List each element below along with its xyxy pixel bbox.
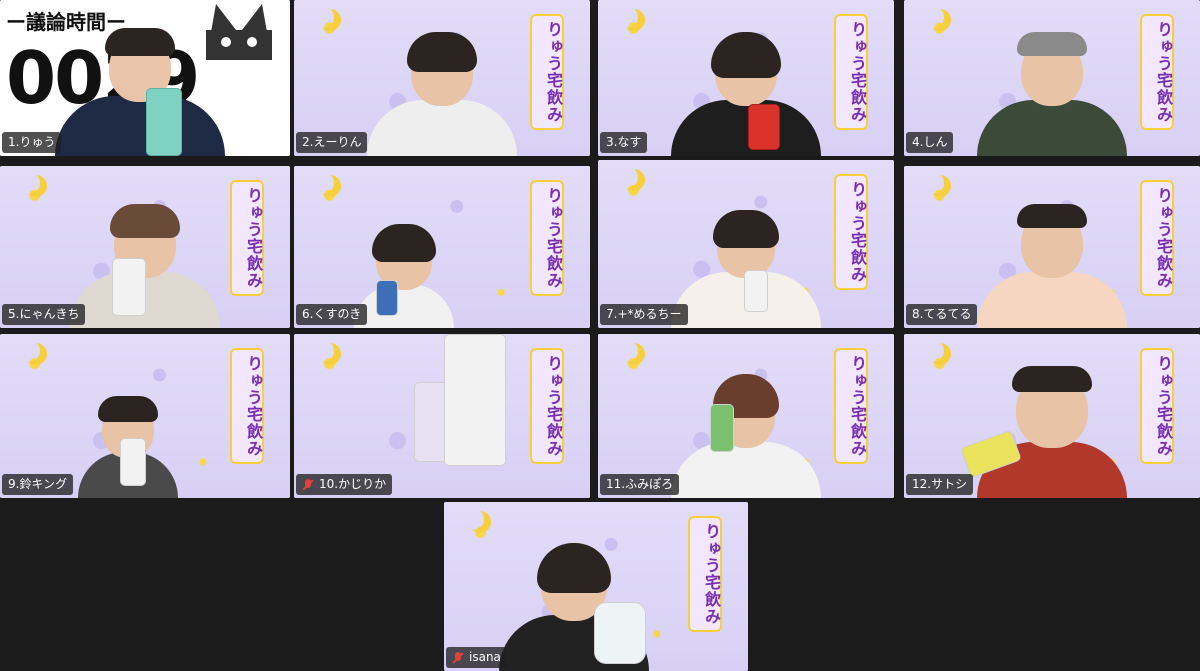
moon-icon xyxy=(616,166,638,188)
participant-name-label: isana xyxy=(446,647,507,668)
moon-icon xyxy=(922,172,944,194)
participant-name-label: 5.にゃんきち xyxy=(2,304,86,325)
participant-name-label: 12.サトシ xyxy=(906,474,974,495)
video-tile-13[interactable]: りゅう宅飲み isana xyxy=(444,502,748,671)
moon-icon xyxy=(922,340,944,362)
video-tile-4[interactable]: りゅう宅飲み 4.しん xyxy=(904,0,1200,156)
virtual-background-banner: りゅう宅飲み xyxy=(230,180,264,296)
virtual-background-banner: りゅう宅飲み xyxy=(530,180,564,296)
glass-icon xyxy=(594,602,646,664)
beer-can-icon xyxy=(112,258,146,316)
video-tile-5[interactable]: りゅう宅飲み 5.にゃんきち xyxy=(0,166,290,328)
drink-can-icon xyxy=(444,334,506,466)
virtual-background-banner: りゅう宅飲み xyxy=(1140,14,1174,130)
video-tile-9[interactable]: りゅう宅飲み 9.鈴キング xyxy=(0,334,290,498)
virtual-background-banner: りゅう宅飲み xyxy=(834,348,868,464)
participant-name-label: 9.鈴キング xyxy=(2,474,74,495)
drink-can-icon xyxy=(120,438,146,486)
moon-icon xyxy=(616,6,638,28)
virtual-background-banner: りゅう宅飲み xyxy=(530,14,564,130)
moon-icon xyxy=(312,340,334,362)
moon-icon xyxy=(616,340,638,362)
participant-name-label: 7.+*めるちー xyxy=(600,304,688,325)
video-tile-3[interactable]: りゅう宅飲み 3.なす xyxy=(598,0,894,156)
video-tile-2[interactable]: りゅう宅飲み 2.えーりん xyxy=(294,0,590,156)
moon-icon xyxy=(18,340,40,362)
moon-icon xyxy=(462,508,484,530)
video-tile-11[interactable]: りゅう宅飲み 11.ふみぽろ xyxy=(598,334,894,498)
drink-can-icon xyxy=(744,270,768,312)
video-tile-1[interactable]: ー議論時間ー 0029 1.りゅう xyxy=(0,0,290,156)
virtual-background-banner: りゅう宅飲み xyxy=(834,174,868,290)
video-tile-12[interactable]: りゅう宅飲み 12.サトシ xyxy=(904,334,1200,498)
mic-muted-icon xyxy=(452,651,464,664)
video-tile-6[interactable]: りゅう宅飲み 6.くすのき xyxy=(294,166,590,328)
participant-name-label: 6.くすのき xyxy=(296,304,368,325)
participant-video xyxy=(977,32,1127,156)
virtual-background-banner: りゅう宅飲み xyxy=(688,516,722,632)
participant-name-label: 8.てるてる xyxy=(906,304,978,325)
participant-name-label: 2.えーりん xyxy=(296,132,368,153)
video-tile-7[interactable]: りゅう宅飲み 7.+*めるちー xyxy=(598,160,894,328)
participant-name-label: 1.りゅう xyxy=(2,132,62,153)
participant-video xyxy=(671,374,821,498)
participant-video xyxy=(671,32,821,156)
participant-name-label: 10.かじりか xyxy=(296,474,393,495)
moon-icon xyxy=(18,172,40,194)
participant-name-label: 4.しん xyxy=(906,132,954,153)
timer-label: ー議論時間ー xyxy=(6,10,126,34)
moon-icon xyxy=(922,6,944,28)
participant-name-label: 3.なす xyxy=(600,132,648,153)
virtual-background-banner: りゅう宅飲み xyxy=(230,348,264,464)
tumbler-icon xyxy=(146,88,182,156)
chuhai-can-icon xyxy=(376,280,398,316)
participant-video xyxy=(977,204,1127,328)
participant-name-label: 11.ふみぽろ xyxy=(600,474,680,495)
video-tile-10[interactable]: りゅう宅飲み 10.かじりか xyxy=(294,334,590,498)
participant-video xyxy=(367,32,517,156)
moon-icon xyxy=(312,6,334,28)
chuhai-can-icon xyxy=(710,404,734,452)
virtual-background-banner: りゅう宅飲み xyxy=(1140,348,1174,464)
snack-box-icon xyxy=(748,104,780,150)
virtual-background-banner: りゅう宅飲み xyxy=(834,14,868,130)
participant-video xyxy=(354,224,454,328)
moon-icon xyxy=(312,172,334,194)
video-tile-8[interactable]: りゅう宅飲み 8.てるてる xyxy=(904,166,1200,328)
mic-muted-icon xyxy=(302,478,314,491)
virtual-background-banner: りゅう宅飲み xyxy=(530,348,564,464)
participant-video xyxy=(55,28,225,156)
virtual-background-banner: りゅう宅飲み xyxy=(1140,180,1174,296)
